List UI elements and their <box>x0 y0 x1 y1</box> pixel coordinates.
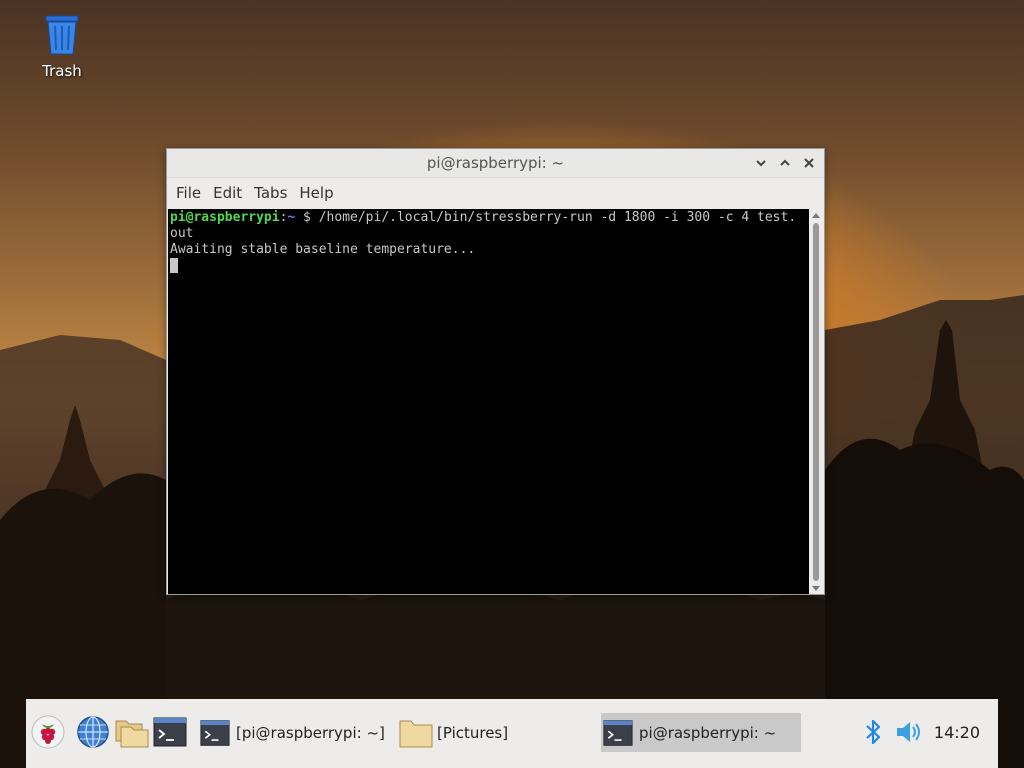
menu-bar: File Edit Tabs Help <box>167 178 824 208</box>
command-text: /home/pi/.local/bin/stressberry-run -d 1… <box>318 210 797 225</box>
minimize-button[interactable] <box>752 154 770 172</box>
raspberry-menu-icon <box>31 715 65 749</box>
chevron-down-icon <box>756 160 766 167</box>
web-browser-launcher[interactable] <box>76 715 110 749</box>
close-button[interactable] <box>800 154 818 172</box>
task-label: [pi@raspberrypi: ~] <box>236 723 385 742</box>
volume-icon <box>897 722 920 742</box>
clock[interactable]: 14:20 <box>934 723 980 742</box>
terminal-output[interactable]: pi@raspberrypi:~ $ /home/pi/.local/bin/s… <box>168 209 810 594</box>
volume-button[interactable] <box>892 715 926 749</box>
trash-icon <box>45 15 79 55</box>
close-icon <box>804 158 814 168</box>
task-label: [Pictures] <box>437 723 509 742</box>
menu-help[interactable]: Help <box>294 184 338 202</box>
scroll-up-arrow[interactable] <box>812 213 820 218</box>
scrollbar-thumb[interactable] <box>813 223 819 581</box>
scroll-down-arrow[interactable] <box>812 586 820 591</box>
prompt-symbol: $ <box>295 210 319 225</box>
title-bar[interactable]: pi@raspberrypi: ~ <box>167 149 824 178</box>
task-label: pi@raspberrypi: ~ <box>639 723 777 742</box>
taskbar-task-terminal-2[interactable]: pi@raspberrypi: ~ <box>601 713 801 752</box>
prompt-user: pi@raspberrypi <box>170 210 280 225</box>
command-wrap-text: out <box>170 226 194 241</box>
file-manager-launcher[interactable] <box>114 715 149 749</box>
taskbar-task-terminal-1[interactable]: [pi@raspberrypi: ~] <box>198 713 398 752</box>
web-browser-icon <box>77 716 109 748</box>
chevron-up-icon <box>780 159 790 166</box>
text-cursor <box>170 258 178 273</box>
raspberry-menu-button[interactable] <box>31 715 65 749</box>
bluetooth-button[interactable] <box>856 715 890 749</box>
terminal-icon <box>603 719 633 746</box>
taskbar-task-pictures[interactable]: [Pictures] <box>399 713 599 752</box>
terminal-launcher[interactable] <box>153 715 187 749</box>
bluetooth-icon <box>866 719 881 745</box>
taskbar: [pi@raspberrypi: ~] [Pictures] pi@raspbe… <box>26 699 998 768</box>
file-manager-icon <box>115 720 149 748</box>
menu-tabs[interactable]: Tabs <box>249 184 292 202</box>
terminal-icon <box>200 719 230 746</box>
output-line: Awaiting stable baseline temperature... <box>170 242 476 257</box>
menu-edit[interactable]: Edit <box>208 184 247 202</box>
terminal-window: pi@raspberrypi: ~ File Edit Tabs Help pi… <box>166 148 825 595</box>
window-title: pi@raspberrypi: ~ <box>426 154 565 172</box>
trash-desktop-icon[interactable]: Trash <box>30 12 94 80</box>
vertical-scrollbar[interactable] <box>809 209 823 594</box>
terminal-icon <box>153 717 187 747</box>
trash-label: Trash <box>42 62 82 80</box>
folder-icon <box>399 720 433 747</box>
maximize-button[interactable] <box>776 154 794 172</box>
menu-file[interactable]: File <box>171 184 206 202</box>
